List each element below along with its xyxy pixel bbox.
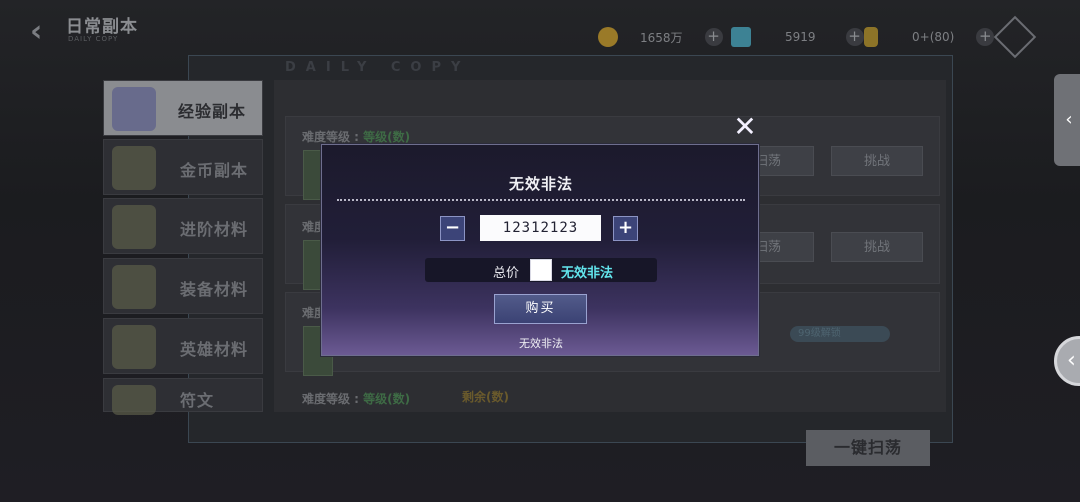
sidebar-item-exp[interactable]: 经验副本 (103, 80, 263, 136)
gold-value: 1658万 (640, 30, 683, 45)
sidebar-item-equipment[interactable]: 装备材料 (103, 258, 263, 314)
diamond-icon (731, 27, 751, 47)
quantity-input[interactable] (480, 215, 601, 241)
sidebar-item-gold[interactable]: 金币副本 (103, 139, 263, 195)
stamina-icon (864, 27, 878, 47)
hero-material-icon (112, 325, 156, 369)
page-subtitle: DAILY COPY (68, 35, 119, 43)
add-gold-button[interactable]: + (704, 28, 723, 46)
sidebar-item-label: 装备材料 (180, 280, 249, 299)
add-stamina-button[interactable]: + (976, 28, 995, 46)
page-title: 日常副本 (66, 17, 138, 37)
advance-material-icon (112, 205, 156, 249)
resource-stamina: 0+(80) + (864, 26, 995, 48)
sidebar-item-advance[interactable]: 进阶材料 (103, 198, 263, 254)
row-difficulty-label: 难度等级 : 等级(数) (302, 392, 411, 406)
sidebar-item-hero[interactable]: 英雄材料 (103, 318, 263, 374)
close-icon[interactable]: ✕ (733, 113, 757, 141)
equipment-material-icon (112, 265, 156, 309)
challenge-button[interactable]: 挑战 (831, 146, 923, 176)
add-diamond-button[interactable]: + (845, 28, 864, 46)
unlock-level-pill: 99级解锁 (790, 326, 890, 342)
diamond-value: 5919 (785, 30, 816, 44)
menu-diamond-icon[interactable] (993, 15, 1037, 59)
side-drawer-tab[interactable]: ‹ (1054, 74, 1080, 166)
gold-dungeon-icon (112, 146, 156, 190)
sidebar-item-label: 金币副本 (180, 161, 249, 180)
buy-button[interactable]: 购买 (494, 294, 587, 324)
dialog-divider (337, 199, 745, 201)
resource-gold: 1658万 + (598, 26, 723, 48)
back-icon[interactable]: ‹ (30, 14, 42, 49)
rune-icon (112, 385, 156, 415)
total-price-value: 无效非法 (561, 266, 614, 281)
remaining-count: 剩余(数) (462, 390, 509, 404)
buy-note: 无效非法 (519, 337, 563, 350)
side-orb-button[interactable]: ‹ (1054, 336, 1080, 386)
exp-dungeon-icon (112, 87, 156, 131)
purchase-dialog: 无效非法 − + 总价 无效非法 购买 无效非法 (321, 144, 759, 356)
sidebar-item-label: 进阶材料 (180, 220, 249, 239)
decrease-quantity-button[interactable]: − (440, 216, 465, 241)
gold-coin-icon (598, 27, 618, 47)
bulk-sweep-button[interactable]: 一键扫荡 (806, 430, 930, 466)
increase-quantity-button[interactable]: + (613, 216, 638, 241)
resource-diamond: 5919 + (731, 26, 864, 48)
row-difficulty-label: 难度等级 : 等级(数) (302, 130, 411, 144)
sidebar-item-label: 经验副本 (178, 102, 247, 121)
challenge-button[interactable]: 挑战 (831, 232, 923, 262)
sidebar-item-label: 符文 (180, 391, 215, 410)
total-price-label: 总价 (493, 266, 520, 281)
sidebar-item-rune[interactable]: 符文 (103, 378, 263, 415)
stamina-value: 0+(80) (912, 30, 955, 44)
panel-heading: DAILY COPY (285, 60, 471, 75)
currency-icon (530, 259, 552, 281)
dialog-title: 无效非法 (508, 175, 573, 193)
sidebar-item-label: 英雄材料 (180, 340, 249, 359)
